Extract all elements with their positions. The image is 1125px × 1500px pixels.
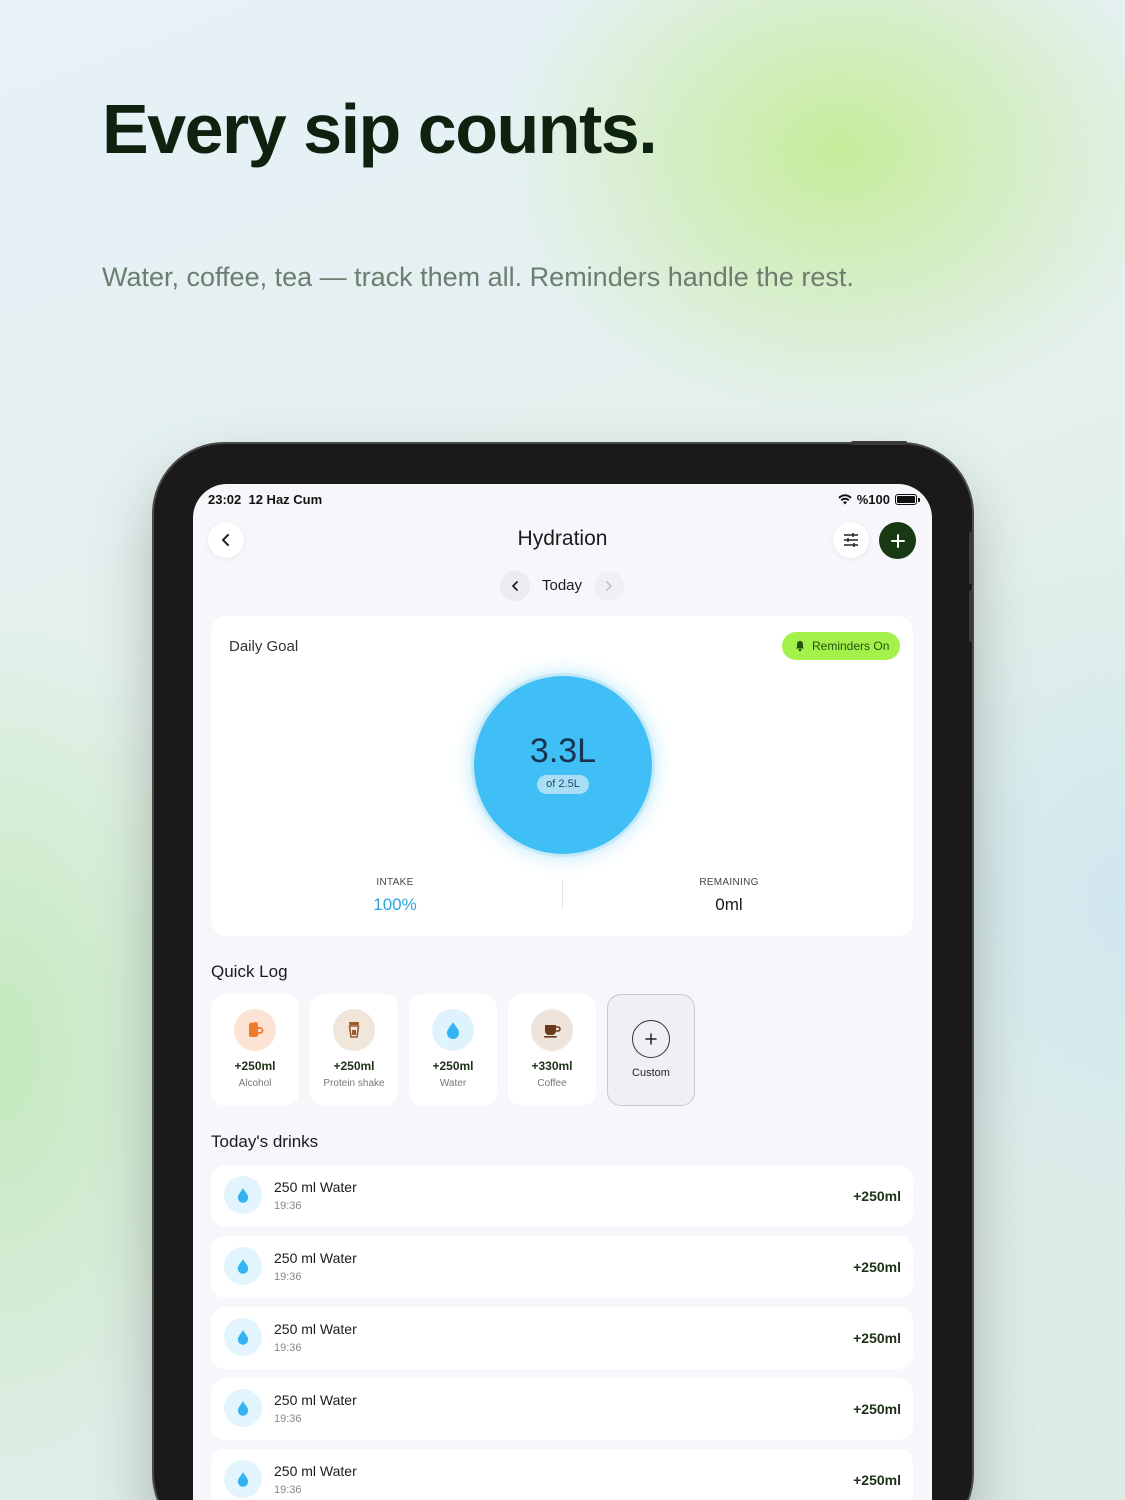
status-date: 12 Haz Cum (248, 492, 323, 507)
quick-log-amount: +250ml (333, 1059, 375, 1073)
app-screen: 23:02 12 Haz Cum %100 Hydration Today Da… (193, 484, 932, 1500)
quick-log-coffee[interactable]: +330ml Coffee (508, 994, 596, 1106)
quick-log-custom[interactable]: Custom (607, 994, 695, 1106)
intake-total: 3.3L (529, 732, 597, 770)
battery-percent: %100 (856, 492, 890, 507)
drink-amount: +250ml (853, 1330, 901, 1346)
water-drop-icon (224, 1460, 262, 1498)
progress-circle: 3.3L of 2.5L (474, 676, 652, 854)
plus-circle-icon (632, 1020, 670, 1058)
battery-icon (895, 494, 920, 505)
drink-title: 250 ml Water (274, 1463, 357, 1479)
previous-day-button[interactable] (500, 571, 530, 601)
drink-row[interactable]: 250 ml Water 19:36 +250ml (211, 1165, 913, 1227)
custom-label: Custom (632, 1067, 670, 1079)
drink-title: 250 ml Water (274, 1392, 357, 1408)
intake-percent: 100% (373, 895, 417, 914)
drink-row[interactable]: 250 ml Water 19:36 +250ml (211, 1378, 913, 1440)
daily-goal-card: Daily Goal Reminders On 3.3L of 2.5L INT… (211, 616, 913, 936)
drink-time: 19:36 (274, 1271, 302, 1283)
shaker-icon (333, 1009, 375, 1051)
goal-target: of 2.5L (537, 775, 589, 794)
coffee-cup-icon (531, 1009, 573, 1051)
quick-log-name: Alcohol (238, 1078, 272, 1089)
date-label: Today (542, 577, 583, 594)
stat-divider (562, 880, 563, 910)
drink-row[interactable]: 250 ml Water 19:36 +250ml (211, 1307, 913, 1369)
quick-log-protein-shake[interactable]: +250ml Protein shake (310, 994, 398, 1106)
remaining-value: 0ml (715, 895, 743, 914)
hero-title: Every sip counts. (102, 90, 658, 168)
quick-log-title: Quick Log (211, 962, 288, 981)
drink-amount: +250ml (853, 1259, 901, 1275)
status-time: 23:02 (208, 492, 242, 507)
goal-title: Daily Goal (229, 638, 299, 655)
quick-log-name: Coffee (537, 1078, 567, 1089)
quick-log-name: Protein shake (323, 1078, 385, 1089)
hero-subtitle: Water, coffee, tea — track them all. Rem… (102, 262, 854, 292)
drink-time: 19:36 (274, 1484, 302, 1496)
filter-button[interactable] (833, 522, 869, 558)
drink-title: 250 ml Water (274, 1179, 357, 1195)
next-day-button[interactable] (594, 571, 624, 601)
drink-row[interactable]: 250 ml Water 19:36 +250ml (211, 1236, 913, 1298)
drink-time: 19:36 (274, 1413, 302, 1425)
drink-amount: +250ml (853, 1401, 901, 1417)
quick-log-water[interactable]: +250ml Water (409, 994, 497, 1106)
water-drop-icon (224, 1176, 262, 1214)
sliders-icon (844, 533, 858, 547)
chevron-left-icon (512, 581, 518, 591)
drink-row[interactable]: 250 ml Water 19:36 +250ml (211, 1449, 913, 1500)
drink-time: 19:36 (274, 1342, 302, 1354)
bell-icon (796, 641, 804, 652)
wifi-icon (838, 494, 852, 505)
remaining-label: REMAINING (699, 877, 759, 888)
drink-amount: +250ml (853, 1188, 901, 1204)
quick-log-amount: +330ml (531, 1059, 573, 1073)
todays-drinks-title: Today's drinks (211, 1132, 319, 1151)
drink-title: 250 ml Water (274, 1321, 357, 1337)
status-bar: 23:02 12 Haz Cum %100 (208, 492, 920, 508)
quick-log-amount: +250ml (432, 1059, 474, 1073)
drink-title: 250 ml Water (274, 1250, 357, 1266)
water-drop-icon (224, 1318, 262, 1356)
drink-time: 19:36 (274, 1200, 302, 1212)
intake-label: INTAKE (376, 877, 414, 888)
date-navigator: Today (193, 571, 932, 601)
quick-log-name: Water (439, 1078, 467, 1089)
water-drop-icon (432, 1009, 474, 1051)
water-drop-icon (224, 1389, 262, 1427)
add-drink-button[interactable] (879, 522, 916, 559)
quick-log-amount: +250ml (234, 1059, 276, 1073)
reminders-label: Reminders On (812, 639, 890, 653)
page-title: Hydration (517, 527, 608, 550)
quick-log-alcohol[interactable]: +250ml Alcohol (211, 994, 299, 1106)
reminders-badge[interactable]: Reminders On (782, 632, 901, 660)
plus-icon (890, 533, 905, 548)
beer-mug-icon (234, 1009, 276, 1051)
drink-amount: +250ml (853, 1472, 901, 1488)
chevron-right-icon (606, 581, 612, 591)
water-drop-icon (224, 1247, 262, 1285)
